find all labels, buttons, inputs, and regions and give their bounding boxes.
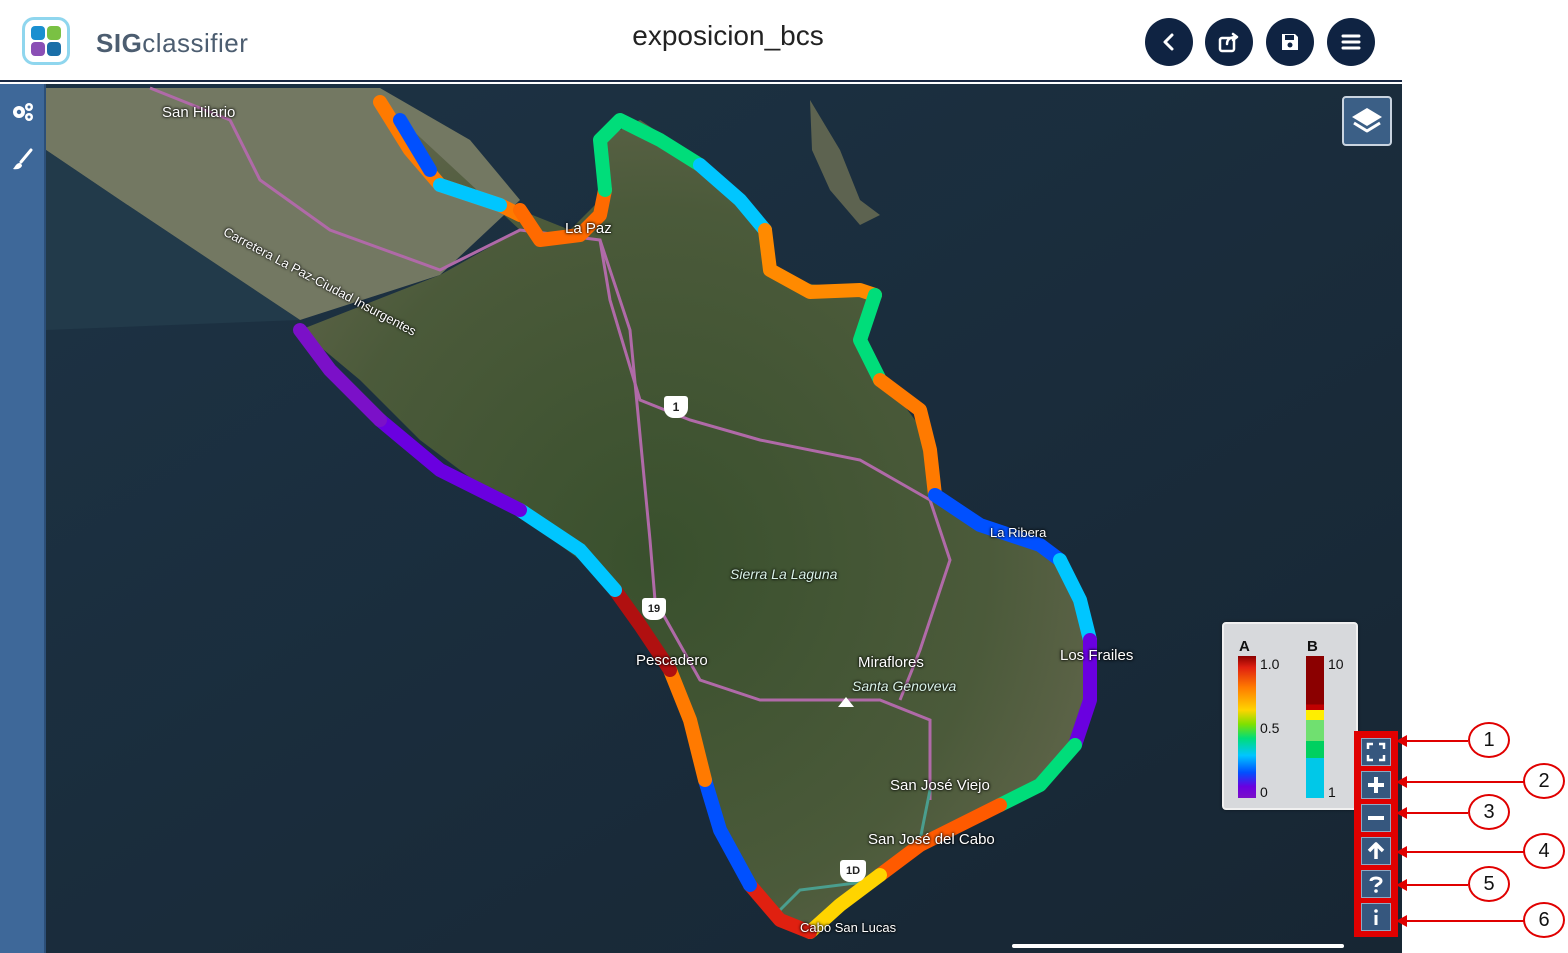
- place-san-jose-del-cabo: San José del Cabo: [868, 831, 995, 848]
- place-santa-genoveva: Santa Genoveva: [852, 678, 957, 694]
- place-sierra-la-laguna: Sierra La Laguna: [730, 566, 838, 582]
- left-toolbar: [0, 84, 46, 953]
- callout-arrowhead-2: [1396, 776, 1407, 788]
- fullscreen-button[interactable]: [1361, 738, 1391, 766]
- app-header: SIGclassifier exposicion_bcs: [0, 0, 1402, 82]
- app-logo: [22, 17, 70, 65]
- settings-button[interactable]: [9, 98, 37, 126]
- menu-button[interactable]: [1327, 18, 1375, 66]
- callout-1: 1: [1468, 722, 1510, 758]
- arrow-up-icon: [1367, 842, 1385, 859]
- info-icon: [1374, 909, 1378, 925]
- app-window: San Hilario Carretera La Paz-Ciudad Insu…: [0, 0, 1568, 953]
- place-san-jose-viejo: San José Viejo: [890, 777, 990, 794]
- layers-button[interactable]: [1342, 96, 1392, 146]
- legend-a-tick-max: 1.0: [1260, 656, 1280, 672]
- callout-arrow-6: [1402, 920, 1524, 922]
- callout-arrow-5: [1402, 884, 1468, 886]
- callout-3: 3: [1468, 794, 1510, 830]
- back-button[interactable]: [1145, 18, 1193, 66]
- style-button[interactable]: [9, 146, 37, 174]
- paintbrush-icon: [13, 148, 33, 170]
- callout-arrow-3: [1402, 812, 1468, 814]
- plus-icon: [1368, 777, 1384, 793]
- callout-2: 2: [1523, 763, 1565, 799]
- nav-controls: [1354, 731, 1398, 937]
- map-legend: A B 1.0 0.5 0 10 1: [1222, 622, 1358, 810]
- callout-arrowhead-4: [1396, 846, 1407, 858]
- callout-4: 4: [1523, 833, 1565, 869]
- share-button[interactable]: [1205, 18, 1253, 66]
- minus-icon: [1368, 816, 1384, 820]
- place-cabo-san-lucas: Cabo San Lucas: [800, 920, 897, 935]
- layers-icon: [1352, 108, 1382, 133]
- legend-b-tick-min: 1: [1328, 784, 1336, 800]
- share-icon: [1218, 32, 1239, 53]
- map-view[interactable]: San Hilario Carretera La Paz-Ciudad Insu…: [0, 84, 1402, 953]
- callout-arrowhead-6: [1396, 915, 1407, 927]
- legend-ramp-b: [1306, 656, 1324, 798]
- callout-5: 5: [1468, 866, 1510, 902]
- satellite-basemap: [0, 84, 1402, 953]
- scrollbar[interactable]: [1012, 944, 1344, 948]
- highway-shield-1: 1: [664, 396, 688, 418]
- hamburger-menu-icon: [1341, 34, 1361, 50]
- zoom-in-button[interactable]: [1361, 771, 1391, 799]
- question-icon: [1369, 876, 1383, 893]
- save-icon: [1282, 34, 1298, 50]
- fullscreen-icon: [1366, 742, 1386, 762]
- place-san-hilario: San Hilario: [162, 104, 236, 121]
- callout-arrowhead-3: [1396, 807, 1407, 819]
- brand-name: SIGclassifier: [96, 28, 249, 58]
- callout-arrowhead-1: [1396, 735, 1407, 747]
- north-button[interactable]: [1361, 837, 1391, 865]
- callout-arrow-1: [1402, 740, 1468, 742]
- callout-arrow-4: [1402, 851, 1524, 853]
- callout-arrowhead-5: [1396, 879, 1407, 891]
- highway-shield-19: 19: [642, 598, 666, 620]
- save-button[interactable]: [1266, 18, 1314, 66]
- chevron-left-icon: [1163, 33, 1174, 51]
- legend-label-b: B: [1307, 638, 1318, 655]
- legend-a-tick-min: 0: [1260, 784, 1268, 800]
- zoom-out-button[interactable]: [1361, 804, 1391, 832]
- gears-icon: [13, 103, 33, 121]
- callout-arrow-2: [1402, 781, 1524, 783]
- page-title: exposicion_bcs: [632, 20, 824, 51]
- place-la-paz: La Paz: [565, 220, 612, 237]
- highway-shield-1d: 1D: [840, 860, 866, 882]
- callout-6: 6: [1523, 902, 1565, 938]
- help-button[interactable]: [1361, 870, 1391, 898]
- legend-ramp-a: [1238, 656, 1256, 798]
- info-button[interactable]: [1361, 903, 1391, 931]
- legend-a-tick-mid: 0.5: [1260, 720, 1280, 736]
- place-miraflores: Miraflores: [858, 654, 924, 671]
- legend-label-a: A: [1239, 638, 1250, 655]
- place-la-ribera: La Ribera: [990, 525, 1047, 540]
- legend-b-tick-max: 10: [1328, 656, 1344, 672]
- place-pescadero: Pescadero: [636, 652, 708, 669]
- place-los-frailes: Los Frailes: [1060, 647, 1134, 664]
